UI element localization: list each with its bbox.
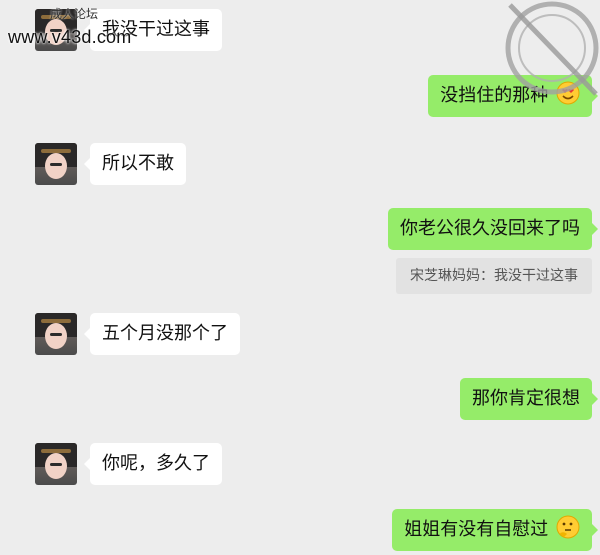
avatar-face	[45, 153, 67, 179]
message-text: 你呢，多久了	[102, 453, 210, 474]
message-bubble-right[interactable]: 姐姐有没有自慰过	[392, 509, 598, 551]
thinking-emoji-icon	[556, 513, 580, 555]
message-text: 你老公很久没回来了吗	[400, 218, 580, 239]
message-bubble-right[interactable]: 那你肯定很想	[460, 378, 598, 420]
avatar-face	[45, 323, 67, 349]
quoted-text: 宋芝琳妈妈：我没干过这事	[410, 268, 578, 284]
contact-avatar[interactable]	[35, 313, 77, 355]
avatar-hairband	[41, 449, 71, 453]
avatar-eyes	[50, 463, 62, 466]
avatar-hairband	[41, 149, 71, 153]
avatar-eyes	[50, 333, 62, 336]
avatar-face	[45, 453, 67, 479]
message-text: 那你肯定很想	[472, 388, 580, 409]
message-text: 姐姐有没有自慰过	[404, 519, 549, 540]
message-bubble-right[interactable]: 你老公很久没回来了吗	[388, 208, 598, 250]
watermark-stamp-icon	[490, 0, 600, 110]
contact-avatar[interactable]	[35, 143, 77, 185]
contact-avatar[interactable]	[35, 443, 77, 485]
avatar-hairband	[41, 319, 71, 323]
message-bubble-left[interactable]: 所以不敢	[84, 143, 186, 185]
message-bubble-left[interactable]: 五个月没那个了	[84, 313, 240, 355]
forum-watermark: 成人论坛	[50, 7, 99, 21]
site-watermark: www.v43d.com	[8, 27, 132, 47]
avatar-eyes	[50, 163, 62, 166]
quoted-message[interactable]: 宋芝琳妈妈：我没干过这事	[396, 258, 592, 294]
message-bubble-left[interactable]: 你呢，多久了	[84, 443, 222, 485]
message-text: 五个月没那个了	[102, 323, 228, 344]
message-text: 所以不敢	[102, 153, 174, 174]
